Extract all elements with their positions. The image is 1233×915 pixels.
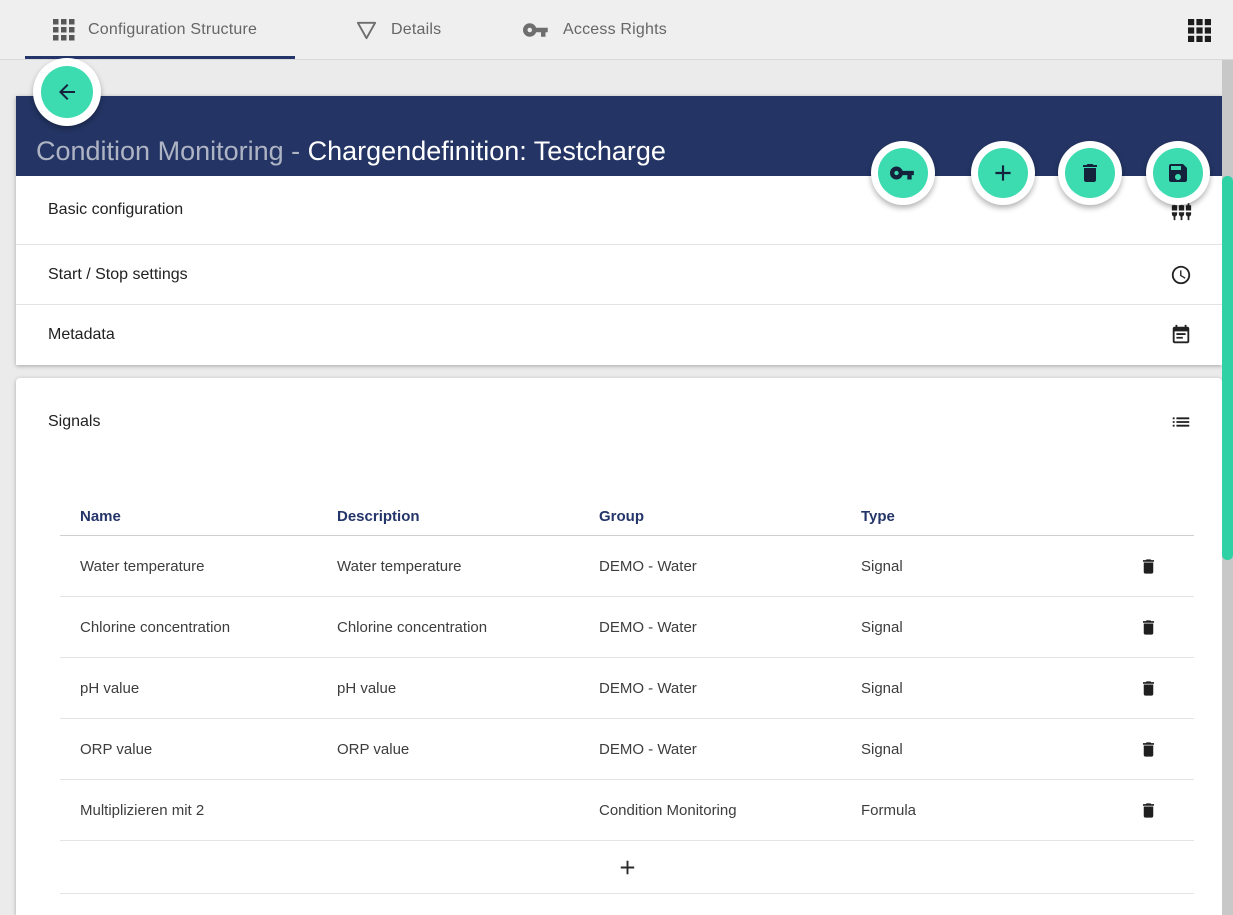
table-row: Multiplizieren mit 2 Condition Monitorin…: [60, 780, 1194, 841]
plus-icon: [990, 160, 1016, 186]
cell-group: DEMO - Water: [599, 619, 861, 636]
cell-group: DEMO - Water: [599, 741, 861, 758]
trash-icon: [1139, 557, 1158, 576]
signals-table: Name Description Group Type Water temper…: [60, 497, 1194, 894]
column-header-type: Type: [861, 508, 1103, 525]
cell-group: DEMO - Water: [599, 558, 861, 575]
section-start-stop-settings[interactable]: Start / Stop settings: [16, 245, 1222, 305]
key-icon: [523, 22, 550, 38]
table-header-row: Name Description Group Type: [60, 497, 1194, 536]
row-delete-button[interactable]: [1132, 793, 1166, 827]
page-title-main: Chargendefinition: Testcharge: [308, 136, 666, 166]
delete-button[interactable]: [1058, 141, 1122, 205]
tab-access-rights[interactable]: Access Rights: [523, 0, 667, 60]
cell-type: Signal: [861, 619, 1103, 636]
vertical-scrollbar-thumb[interactable]: [1222, 176, 1233, 560]
floppy-save-icon: [1166, 161, 1190, 185]
cell-name: Water temperature: [60, 558, 337, 575]
add-button[interactable]: [971, 141, 1035, 205]
tab-label: Access Rights: [563, 21, 667, 39]
arrow-left-icon: [55, 80, 79, 104]
page-title: Condition Monitoring - Chargendefinition…: [36, 136, 666, 167]
tab-label: Details: [391, 21, 441, 39]
add-signal-button[interactable]: [609, 849, 645, 885]
page-header: Condition Monitoring - Chargendefinition…: [16, 96, 1222, 176]
cell-description: ORP value: [337, 741, 599, 758]
top-tab-bar: Configuration Structure Details Access R…: [0, 0, 1233, 60]
section-label: Metadata: [48, 326, 115, 344]
section-basic-configuration[interactable]: Basic configuration: [16, 176, 1222, 245]
trash-icon: [1139, 679, 1158, 698]
calendar-note-icon: [1170, 324, 1192, 346]
row-delete-button[interactable]: [1132, 732, 1166, 766]
trash-icon: [1139, 618, 1158, 637]
list-icon[interactable]: [1170, 411, 1192, 433]
table-row: ORP value ORP value DEMO - Water Signal: [60, 719, 1194, 780]
section-label: Start / Stop settings: [48, 266, 188, 284]
section-label: Basic configuration: [48, 201, 183, 219]
cell-name: ORP value: [60, 741, 337, 758]
grid-icon: [53, 19, 75, 41]
trash-icon: [1078, 161, 1102, 185]
tab-details[interactable]: Details: [355, 0, 441, 60]
plus-icon: [616, 856, 639, 879]
section-metadata[interactable]: Metadata: [16, 305, 1222, 365]
cell-description: Water temperature: [337, 558, 599, 575]
column-header-group: Group: [599, 508, 861, 525]
cell-group: DEMO - Water: [599, 680, 861, 697]
cell-name: Multiplizieren mit 2: [60, 802, 337, 819]
back-button[interactable]: [33, 58, 101, 126]
cell-description: pH value: [337, 680, 599, 697]
column-header-description: Description: [337, 508, 599, 525]
row-delete-button[interactable]: [1132, 671, 1166, 705]
cell-description: Chlorine concentration: [337, 619, 599, 636]
key-icon: [890, 166, 916, 180]
filter-funnel-icon: [355, 19, 378, 42]
row-delete-button[interactable]: [1132, 610, 1166, 644]
vertical-scrollbar-track[interactable]: [1222, 60, 1233, 915]
table-row: Water temperature Water temperature DEMO…: [60, 536, 1194, 597]
cell-type: Signal: [861, 680, 1103, 697]
table-body: Water temperature Water temperature DEMO…: [60, 536, 1194, 841]
configuration-card: Condition Monitoring - Chargendefinition…: [16, 96, 1222, 365]
cell-group: Condition Monitoring: [599, 802, 861, 819]
row-delete-button[interactable]: [1132, 549, 1166, 583]
cell-name: pH value: [60, 680, 337, 697]
signals-card: Signals Name Description Group Type Wate…: [16, 378, 1222, 915]
trash-icon: [1139, 801, 1158, 820]
page-title-prefix: Condition Monitoring -: [36, 136, 308, 166]
cell-type: Formula: [861, 802, 1103, 819]
column-header-name: Name: [60, 508, 337, 525]
table-row: Chlorine concentration Chlorine concentr…: [60, 597, 1194, 658]
clock-icon: [1170, 264, 1192, 286]
add-signal-row: [60, 841, 1194, 894]
signals-title: Signals: [48, 413, 100, 431]
trash-icon: [1139, 740, 1158, 759]
apps-grid-icon[interactable]: [1188, 19, 1211, 42]
cell-type: Signal: [861, 741, 1103, 758]
table-row: pH value pH value DEMO - Water Signal: [60, 658, 1194, 719]
access-rights-button[interactable]: [871, 141, 935, 205]
save-button[interactable]: [1146, 141, 1210, 205]
tab-label: Configuration Structure: [88, 21, 257, 39]
cell-type: Signal: [861, 558, 1103, 575]
cell-name: Chlorine concentration: [60, 619, 337, 636]
tab-configuration-structure[interactable]: Configuration Structure: [53, 0, 257, 60]
